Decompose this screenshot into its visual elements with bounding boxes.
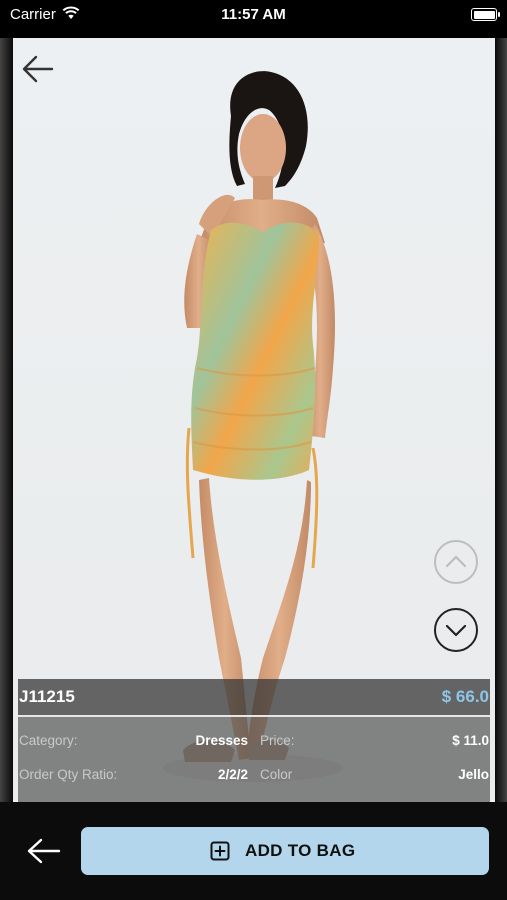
color-label: Color <box>260 767 293 782</box>
previous-image-button[interactable] <box>434 540 478 584</box>
card-shadow-left <box>0 38 13 900</box>
next-image-button[interactable] <box>434 608 478 652</box>
product-card: J11215 $ 66.0 Category: Dresses Price: $… <box>13 38 495 900</box>
sku-row: J11215 $ 66.0 <box>18 679 490 715</box>
bottom-action-bar: ADD TO BAG <box>0 802 507 900</box>
category-value: Dresses <box>195 733 248 748</box>
arrow-left-icon <box>22 55 54 83</box>
add-to-bag-button[interactable]: ADD TO BAG <box>81 827 489 875</box>
bottom-back-button[interactable] <box>26 836 62 866</box>
plus-square-icon <box>210 841 230 861</box>
card-shadow-right <box>495 38 507 900</box>
add-to-bag-label: ADD TO BAG <box>245 841 356 860</box>
unit-price-value: $ 11.0 <box>452 733 489 748</box>
product-sku: J11215 <box>19 687 75 706</box>
chevron-down-icon <box>445 624 467 637</box>
unit-price-label: Price: <box>260 733 295 748</box>
arrow-left-icon <box>27 838 61 864</box>
status-bar: Carrier 11:57 AM <box>0 0 507 38</box>
battery-icon <box>471 8 500 21</box>
product-info-panel: J11215 $ 66.0 Category: Dresses Price: $… <box>18 679 490 803</box>
product-details: Category: Dresses Price: $ 11.0 Order Qt… <box>18 717 490 803</box>
back-button[interactable] <box>21 52 55 86</box>
product-price: $ 66.0 <box>441 687 489 706</box>
clock: 11:57 AM <box>221 6 286 23</box>
order-qty-ratio-value: 2/2/2 <box>217 767 248 782</box>
chevron-up-icon <box>445 555 467 568</box>
order-qty-ratio-label: Order Qty Ratio: <box>19 767 118 782</box>
category-label: Category: <box>19 733 78 748</box>
color-value: Jello <box>458 767 489 782</box>
